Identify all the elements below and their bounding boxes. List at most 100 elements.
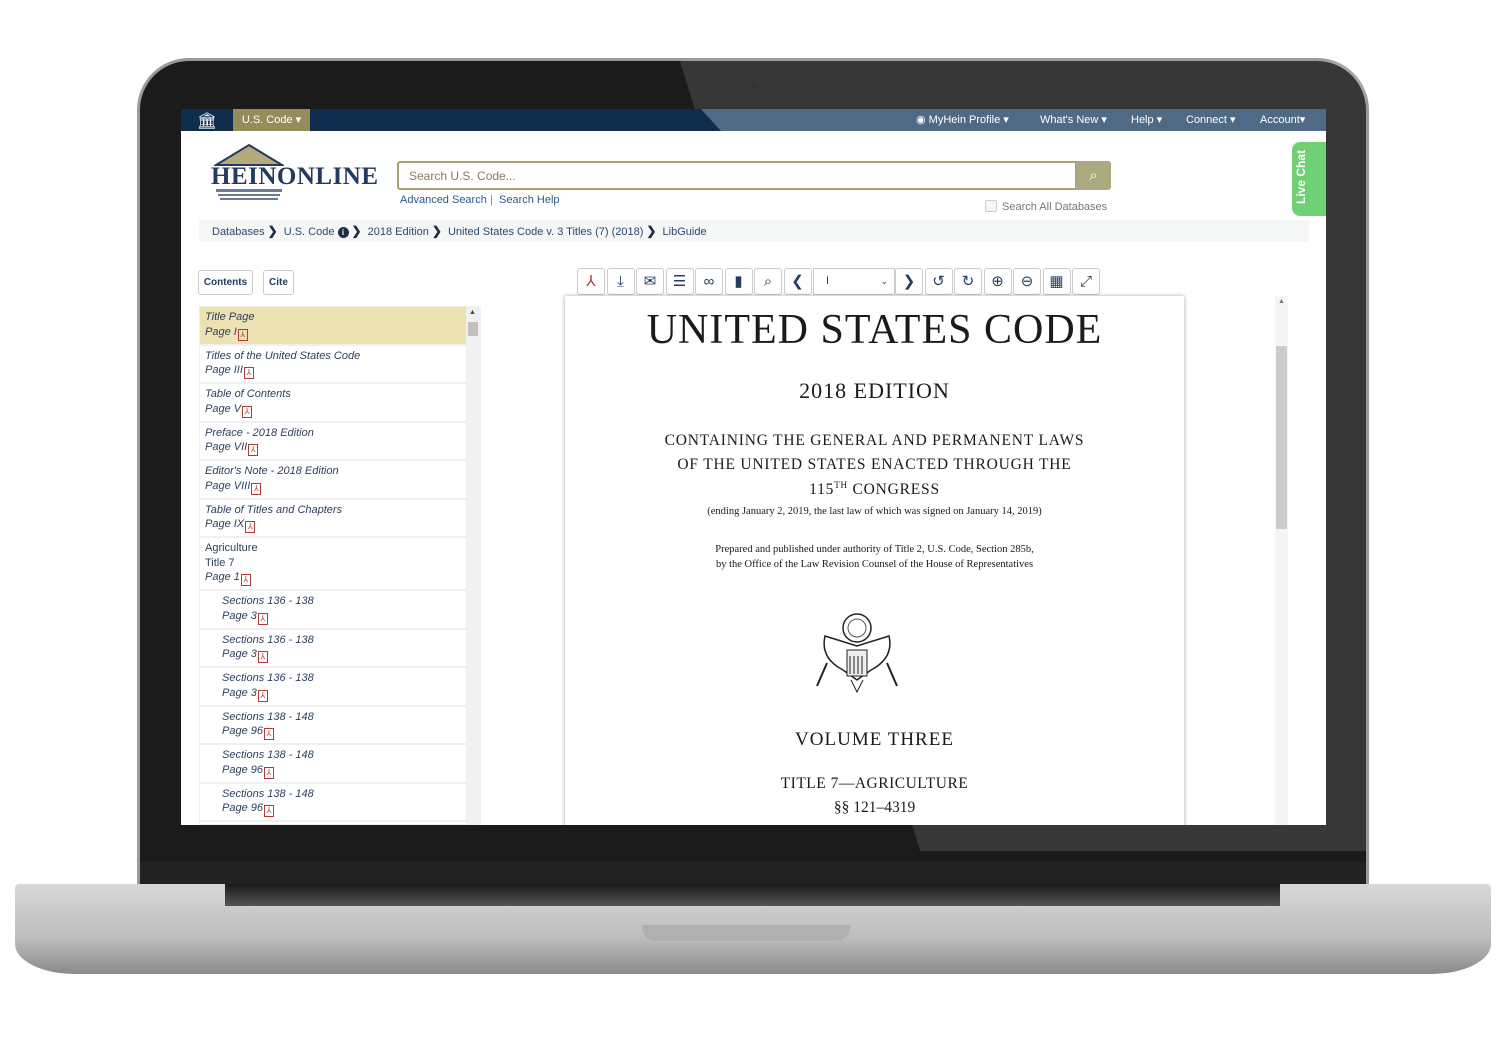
toc-item[interactable]: Table of Titles and Chapters Page IX ⅄ (200, 500, 466, 538)
toc-item[interactable]: Title Page Page I ⅄ (200, 307, 466, 346)
previous-page-icon[interactable]: ❮ (783, 268, 812, 295)
rotate-left-icon[interactable]: ↺ (924, 268, 953, 295)
pdf-icon[interactable]: ⅄ (263, 766, 274, 779)
toc-item-title: Sections 136 - 138 (222, 595, 314, 607)
toc-item-page[interactable]: Page 1 (205, 571, 240, 583)
toc-item[interactable]: Sections 136 - 138 Page 3 ⅄ (200, 668, 466, 707)
toc-item[interactable]: Editor's Note - 2018 Edition Page VIII ⅄ (200, 461, 466, 500)
fullscreen-icon[interactable]: ⤢ (1072, 268, 1100, 295)
pdf-icon[interactable]: ⅄ (243, 367, 254, 379)
toc-item[interactable]: Sections 138 - 148 Page 96 ⅄ (200, 745, 466, 784)
toc-item-title: Titles of the United States Code (205, 349, 361, 362)
doc-prepared1: Prepared and published under authority o… (715, 544, 1034, 555)
pdf-icon[interactable]: ⅄ (257, 651, 268, 663)
pdf-icon[interactable]: ⅄ (257, 612, 268, 625)
breadcrumb-libguide[interactable]: LibGuide (663, 226, 707, 238)
pdf-icon[interactable]: ⅄ (240, 574, 251, 586)
email-icon[interactable]: ✉ (636, 268, 664, 295)
toc-scrollbar[interactable]: ▲ (466, 306, 481, 825)
nav-myhein-profile[interactable]: ◉ MyHein Profile ▾ (916, 109, 1009, 131)
toc-item[interactable]: Preface - 2018 Edition Page VII ⅄ (200, 423, 466, 461)
breadcrumb-us-code[interactable]: U.S. Code (284, 226, 335, 238)
live-chat-label: Live Chat (1294, 149, 1308, 204)
search-all-databases[interactable]: Search All Databases (985, 200, 1107, 213)
download-icon[interactable]: ⤓ (606, 268, 635, 295)
laptop-keyboard-edge (225, 884, 1280, 906)
heinonline-logo[interactable]: HEINONLINE (209, 143, 378, 203)
grid-view-icon[interactable]: ▦ (1042, 268, 1071, 295)
toc-item-page[interactable]: Page IX (205, 518, 244, 530)
advanced-search-link[interactable]: Advanced Search (400, 194, 487, 206)
rotate-right-icon[interactable]: ↻ (954, 268, 982, 295)
toc-item-page[interactable]: Page I (205, 326, 237, 338)
toc-item[interactable]: Sections 138 - 148 Page 96 ⅄ (200, 784, 466, 822)
toc-item-page[interactable]: Page 3 (222, 610, 257, 622)
bookmark-icon[interactable]: ▮ (724, 268, 753, 295)
toc-item-title: Sections 138 - 148 (222, 710, 314, 723)
toc-item[interactable]: Sections 138 - 148 Page 96 ⅄ (200, 707, 466, 745)
text-icon[interactable]: ☰ (665, 268, 694, 295)
search-button[interactable]: ⌕ (1076, 161, 1111, 190)
document-scrollbar[interactable]: ▲ (1275, 296, 1288, 825)
nav-connect[interactable]: Connect ▾ (1186, 109, 1236, 131)
cite-button[interactable]: Cite (263, 270, 294, 295)
courthouse-icon[interactable]: 🏛 (193, 111, 221, 131)
toc-item-title: Table of Titles and Chapters (205, 503, 343, 516)
nav-account[interactable]: Account▾ (1260, 109, 1305, 131)
toc-scroll-thumb[interactable] (468, 322, 478, 336)
toc-item[interactable]: Table of Contents Page V ⅄ (200, 384, 466, 423)
pdf-icon[interactable]: ⅄ (248, 444, 259, 456)
toc-item-subtitle: Title 7 (205, 556, 235, 569)
toc-item-page[interactable]: Page 96 (222, 764, 263, 776)
pdf-icon[interactable]: ⅄ (251, 482, 262, 495)
breadcrumb: Databases ❯ U.S. Code i ❯ 2018 Edition ❯ Un… (199, 220, 1309, 242)
toc-item[interactable]: Agriculture Title 7 Page 1 ⅄ (200, 538, 466, 591)
pdf-icon[interactable]: ⅄ (257, 689, 268, 702)
toc-item-page[interactable]: Page 3 (222, 648, 257, 660)
toc-item-page[interactable]: Page VIII (205, 480, 250, 492)
database-dropdown[interactable]: U.S. Code ▾ (233, 109, 310, 131)
info-icon[interactable]: i (337, 227, 349, 238)
breadcrumb-databases[interactable]: Databases (212, 226, 265, 238)
pdf-icon[interactable]: ⅄ (263, 728, 274, 740)
toc-item-page[interactable]: Page III (205, 364, 243, 376)
link-divider: | (490, 194, 493, 206)
toc-item[interactable]: Sections 136 - 138 Page 3 ⅄ (200, 591, 466, 630)
toc-item-page[interactable]: Page 96 (222, 725, 263, 737)
search-icon[interactable]: ⌕ (754, 268, 782, 295)
great-seal-eagle-image (816, 613, 898, 694)
nav-label: MyHein Profile (928, 114, 1001, 126)
zoom-in-icon[interactable]: ⊕ (983, 268, 1012, 295)
nav-whats-new[interactable]: What's New ▾ (1040, 109, 1107, 131)
zoom-out-icon[interactable]: ⊖ (1013, 268, 1041, 295)
nav-help[interactable]: Help ▾ (1131, 109, 1162, 131)
breadcrumb-edition[interactable]: 2018 Edition (368, 226, 429, 238)
scroll-up-arrow[interactable]: ▲ (469, 309, 476, 316)
link-icon[interactable]: ∞ (695, 268, 723, 295)
document-scroll-thumb[interactable] (1276, 346, 1287, 529)
live-chat-tab[interactable]: Live Chat (1292, 142, 1326, 216)
toc-item[interactable]: Titles of the United States Code Page III… (200, 346, 466, 384)
pdf-icon[interactable]: ⅄ (237, 328, 248, 341)
nav-label: Connect (1186, 114, 1227, 126)
next-page-icon[interactable]: ❯ (895, 268, 923, 295)
laptop-notch (642, 925, 850, 941)
pdf-icon[interactable]: ⅄ (263, 805, 274, 817)
contents-button[interactable]: Contents (198, 270, 253, 295)
toc-item-page[interactable]: Page 96 (222, 802, 263, 814)
toc-item-page[interactable]: Page 3 (222, 687, 257, 699)
page-select[interactable]: I ⌄ (813, 268, 895, 295)
pdf-icon[interactable]: ⅄ (577, 268, 605, 295)
scroll-up-arrow[interactable]: ▲ (1278, 298, 1285, 305)
pdf-icon[interactable]: ⅄ (242, 405, 253, 418)
search-all-checkbox[interactable] (985, 200, 997, 212)
search-input[interactable]: Search U.S. Code... (397, 161, 1077, 190)
toc-item-page[interactable]: Page VII (205, 441, 247, 453)
toc-item-title: Sections 136 - 138 (222, 633, 314, 646)
pdf-icon[interactable]: ⅄ (245, 521, 256, 533)
breadcrumb-volume[interactable]: United States Code v. 3 Titles (7) (2018… (448, 226, 643, 238)
search-help-link[interactable]: Search Help (499, 194, 560, 206)
toc-item[interactable]: Sections 148 - 149Page 99⅄ (200, 822, 466, 824)
toc-item-page[interactable]: Page V (205, 403, 241, 415)
toc-item[interactable]: Sections 136 - 138 Page 3 ⅄ (200, 630, 466, 668)
